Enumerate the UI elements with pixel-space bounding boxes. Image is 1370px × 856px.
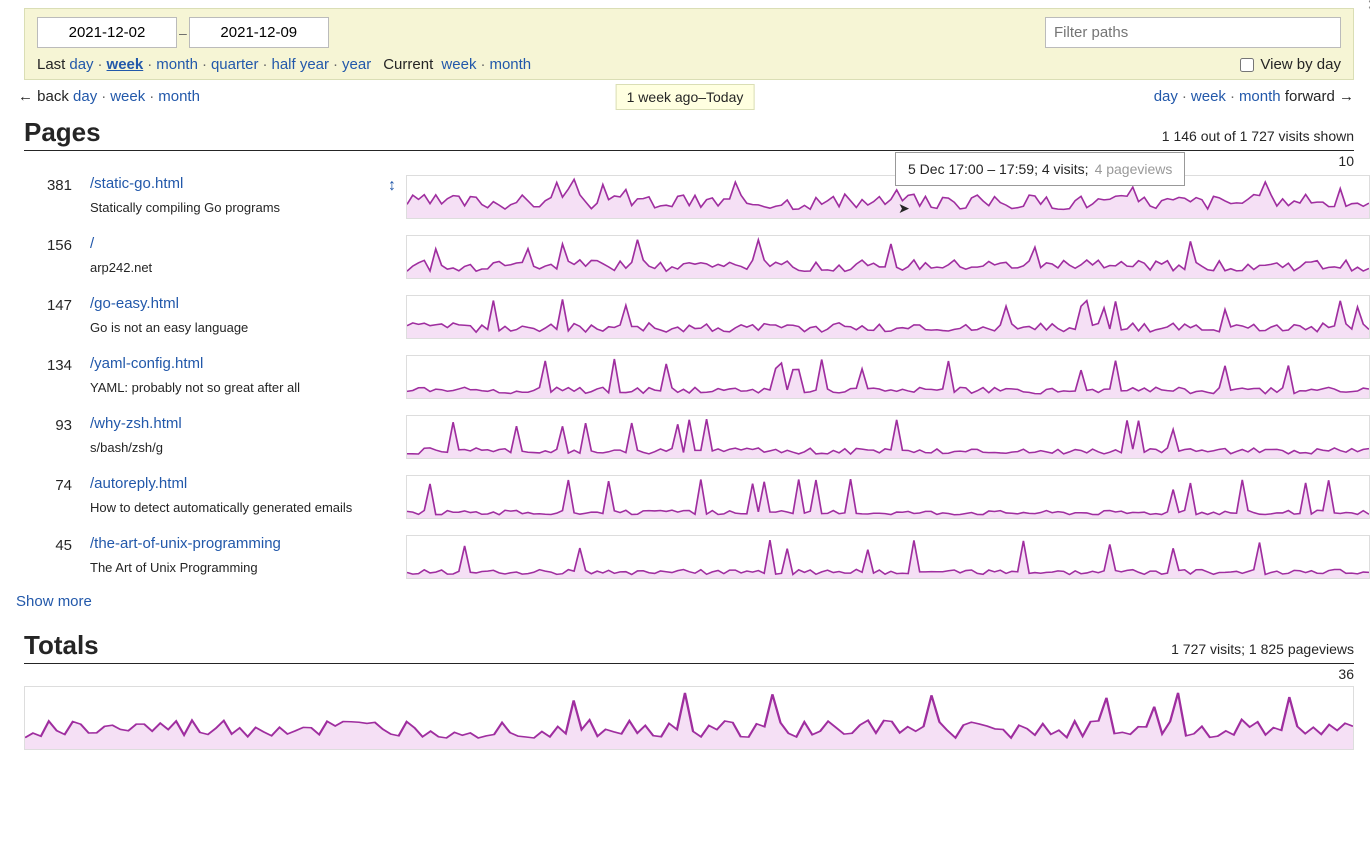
date-separator: – [179, 25, 187, 41]
chart-tooltip: 5 Dec 17:00 – 17:59; 4 visits; 4 pagevie… [895, 152, 1185, 186]
page-visit-count: 74 [0, 475, 90, 519]
back-arrow: ← back [18, 88, 69, 105]
page-row: 74/autoreply.html How to detect automatic… [0, 469, 1370, 529]
date-to-input[interactable] [189, 17, 329, 48]
totals-yaxis-max: 36 [0, 664, 1370, 682]
resize-handle [388, 295, 406, 339]
page-visit-count: 381 [0, 175, 90, 219]
page-path-link[interactable]: / [90, 235, 376, 252]
page-title-text: The Art of Unix Programming [90, 560, 376, 575]
settings-button[interactable] [1364, 0, 1370, 19]
page-row: 93/why-zsh.html s/bash/zsh/g [0, 409, 1370, 469]
page-title-text: s/bash/zsh/g [90, 440, 376, 455]
resize-handle [388, 535, 406, 579]
sparkline-chart[interactable] [406, 295, 1370, 339]
page-path-link[interactable]: /yaml-config.html [90, 355, 376, 372]
page-title-text: Statically compiling Go programs [90, 200, 376, 215]
tooltip-pageviews: 4 pageviews [1095, 161, 1173, 177]
page-path-link[interactable]: /static-go.html [90, 175, 376, 192]
current-link-month[interactable]: month [489, 56, 531, 73]
resize-handle[interactable]: ↕ [388, 175, 406, 219]
last-link-day[interactable]: day [69, 56, 93, 73]
page-row: 147/go-easy.html Go is not an easy langua… [0, 289, 1370, 349]
page-visit-count: 93 [0, 415, 90, 459]
totals-heading-text: Totals [24, 630, 99, 661]
sparkline-chart[interactable] [24, 686, 1354, 750]
page-title-text: Go is not an easy language [90, 320, 376, 335]
view-by-day-checkbox[interactable] [1240, 58, 1254, 72]
period-badge: 1 week ago–Today [616, 84, 755, 110]
sparkline-chart[interactable] [406, 535, 1370, 579]
forward-arrow: forward → [1285, 88, 1354, 105]
last-link-year[interactable]: year [342, 56, 371, 73]
forward-link-month[interactable]: month [1239, 88, 1281, 105]
back-link-day[interactable]: day [73, 88, 97, 105]
current-label: Current [383, 56, 433, 73]
last-link-quarter[interactable]: quarter [211, 56, 259, 73]
resize-handle [388, 475, 406, 519]
sparkline-chart[interactable] [406, 475, 1370, 519]
pages-list: 381/static-go.html Statically compiling G… [0, 169, 1370, 589]
page-row: 134/yaml-config.html YAML: probably not s… [0, 349, 1370, 409]
last-link-week[interactable]: week [107, 56, 144, 73]
filter-paths-input[interactable] [1045, 17, 1341, 48]
forward-link-day[interactable]: day [1154, 88, 1178, 105]
pages-heading: Pages 1 146 out of 1 727 visits shown [24, 117, 1354, 151]
pages-section: Pages 1 146 out of 1 727 visits shown [0, 109, 1370, 151]
current-link-week[interactable]: week [441, 56, 476, 73]
page-title-text: arp242.net [90, 260, 376, 275]
page-title-text: How to detect automatically generated em… [90, 500, 376, 515]
page-visit-count: 147 [0, 295, 90, 339]
resize-handle [388, 355, 406, 399]
gear-icon [1364, 0, 1370, 16]
sparkline-chart[interactable] [406, 175, 1370, 219]
last-label: Last [37, 56, 65, 73]
last-link-month[interactable]: month [156, 56, 198, 73]
page-visit-count: 45 [0, 535, 90, 579]
show-more-link[interactable]: Show more [0, 589, 1370, 622]
totals-chart[interactable] [0, 682, 1370, 750]
pages-heading-text: Pages [24, 117, 101, 148]
page-row: 45/the-art-of-unix-programming The Art of… [0, 529, 1370, 589]
date-from-input[interactable] [37, 17, 177, 48]
resize-handle [388, 235, 406, 279]
totals-heading: Totals 1 727 visits; 1 825 pageviews [24, 630, 1354, 664]
page-path-link[interactable]: /the-art-of-unix-programming [90, 535, 376, 552]
forward-link-week[interactable]: week [1191, 88, 1226, 105]
page-title-text: YAML: probably not so great after all [90, 380, 376, 395]
cursor-icon: ➤ [898, 200, 910, 217]
last-link-half-year[interactable]: half year [271, 56, 329, 73]
sparkline-chart[interactable] [406, 235, 1370, 279]
tooltip-main: 5 Dec 17:00 – 17:59; 4 visits; [908, 161, 1089, 177]
sparkline-chart[interactable] [406, 415, 1370, 459]
view-by-day-toggle[interactable]: View by day [1240, 56, 1341, 73]
pages-summary: 1 146 out of 1 727 visits shown [1162, 128, 1354, 144]
totals-summary: 1 727 visits; 1 825 pageviews [1171, 641, 1354, 657]
resize-handle [388, 415, 406, 459]
totals-section: Totals 1 727 visits; 1 825 pageviews [0, 622, 1370, 664]
filter-bar: – Last day·week·month·quarter·half year·… [24, 8, 1354, 80]
page-path-link[interactable]: /autoreply.html [90, 475, 376, 492]
back-link-week[interactable]: week [110, 88, 145, 105]
page-path-link[interactable]: /why-zsh.html [90, 415, 376, 432]
page-row: 156/ arp242.net [0, 229, 1370, 289]
period-nav: ← back day·week·month 1 week ago–Today d… [0, 84, 1370, 109]
page-visit-count: 156 [0, 235, 90, 279]
page-visit-count: 134 [0, 355, 90, 399]
sparkline-chart[interactable] [406, 355, 1370, 399]
view-by-day-label: View by day [1260, 56, 1341, 73]
back-link-month[interactable]: month [158, 88, 200, 105]
page-path-link[interactable]: /go-easy.html [90, 295, 376, 312]
